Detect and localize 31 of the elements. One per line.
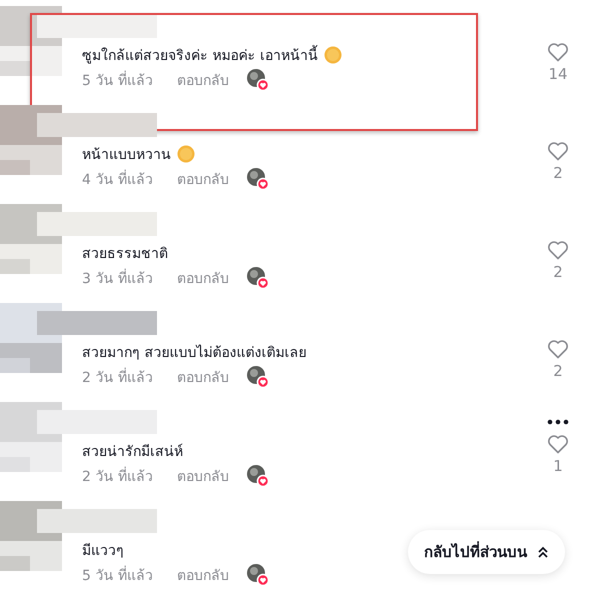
- heart-icon[interactable]: [547, 434, 569, 454]
- comment-text: สวยน่ารักมีเสน่ห์: [82, 442, 183, 462]
- like-count: 14: [548, 65, 568, 83]
- reply-link[interactable]: ตอบกลับ: [177, 69, 229, 91]
- reply-link[interactable]: ตอบกลับ: [177, 465, 229, 487]
- reply-link[interactable]: ตอบกลับ: [177, 168, 229, 190]
- reply-link[interactable]: ตอบกลับ: [177, 564, 229, 586]
- comment-text: สวยธรรมชาติ: [82, 245, 168, 264]
- comment-text: สวยมากๆ สวยแบบไม่ต้องแต่งเติมเลย: [82, 344, 306, 363]
- more-icon[interactable]: [547, 418, 569, 426]
- comment-text: หน้าแบบหวาน: [82, 146, 171, 165]
- comment-time: 2 วัน ที่แล้ว: [82, 366, 177, 388]
- reply-link[interactable]: ตอบกลับ: [177, 366, 229, 388]
- chevron-up-icon: [537, 546, 549, 558]
- reply-link[interactable]: ตอบกลับ: [177, 267, 229, 289]
- comment-time: 4 วัน ที่แล้ว: [82, 168, 177, 190]
- comment-time: 5 วัน ที่แล้ว: [82, 69, 177, 91]
- heart-icon[interactable]: [547, 141, 569, 161]
- like-count: 1: [553, 457, 563, 475]
- comment-text: ซูมใกล้แต่สวยจริงค่ะ หมอค่ะ เอาหน้านี้: [82, 44, 318, 66]
- heart-icon[interactable]: [547, 339, 569, 359]
- heart-icon[interactable]: [547, 42, 569, 62]
- comment-time: 2 วัน ที่แล้ว: [82, 465, 177, 487]
- comment-text: มีแววๆ: [82, 542, 124, 561]
- comment-time: 3 วัน ที่แล้ว: [82, 267, 177, 289]
- like-count: 2: [553, 164, 563, 182]
- like-count: 2: [553, 263, 563, 281]
- back-to-top-button[interactable]: กลับไปที่ส่วนบน: [408, 530, 565, 574]
- like-count: 2: [553, 362, 563, 380]
- comment-time: 5 วัน ที่แล้ว: [82, 564, 177, 586]
- heart-icon[interactable]: [547, 240, 569, 260]
